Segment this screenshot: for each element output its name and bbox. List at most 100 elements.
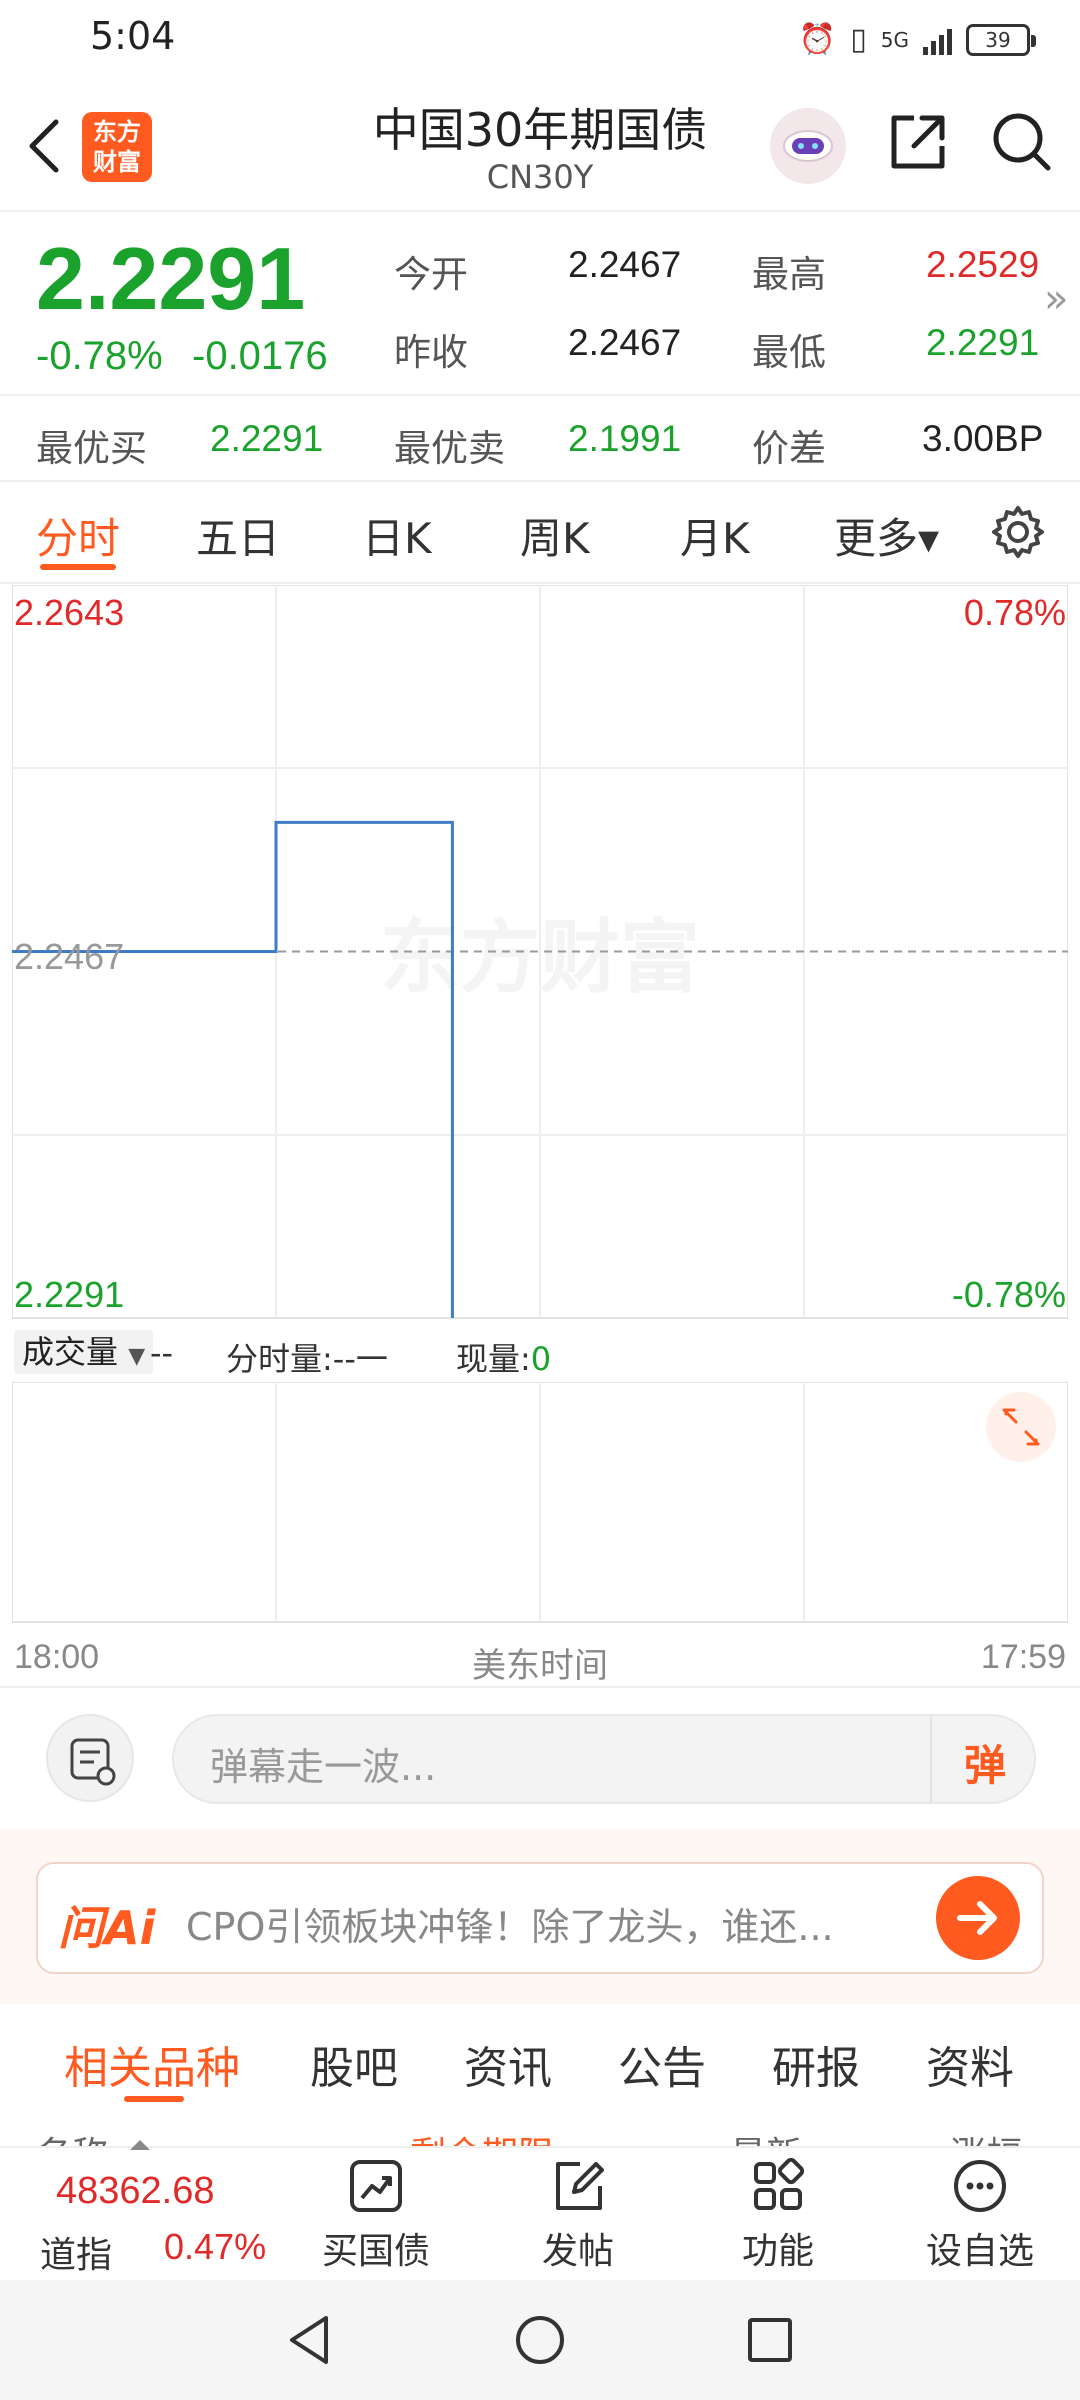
vibrate-icon: ▯ xyxy=(850,22,867,57)
open-value: 2.2467 xyxy=(568,244,682,285)
arrow-right-icon xyxy=(957,1901,997,1935)
chart-up-icon xyxy=(350,2160,402,2212)
period-volume-label: 分时量: xyxy=(226,1340,333,1378)
list-col-latest[interactable]: 最新 xyxy=(730,2126,802,2148)
chart-min-price: 2.2291 xyxy=(14,1274,125,1315)
chart-max-price: 2.2643 xyxy=(14,592,125,633)
list-header: 名称 剩余期限 最新 涨幅 xyxy=(0,2112,1080,2148)
tab-profile[interactable]: 资料 xyxy=(926,2032,1014,2096)
edit-icon xyxy=(556,2162,604,2210)
tab-monthly-k[interactable]: 月K xyxy=(680,505,750,566)
volume-value: -- xyxy=(150,1334,174,1372)
current-volume-value: 0 xyxy=(530,1340,552,1378)
divider xyxy=(0,1686,1080,1688)
prev-close-label: 昨收 xyxy=(394,331,468,374)
bottom-tab-active-indicator xyxy=(124,2096,184,2102)
assistant-avatar-icon[interactable] xyxy=(770,108,846,184)
settings-icon[interactable] xyxy=(990,504,1046,560)
list-col-remaining[interactable]: 剩余期限 xyxy=(410,2126,554,2148)
tab-research[interactable]: 研报 xyxy=(772,2032,860,2096)
status-time: 5:04 xyxy=(90,14,176,58)
current-volume: 现量:0 xyxy=(456,1334,551,1380)
chart-ref-price: 2.2467 xyxy=(14,936,125,977)
change-percent: -0.78% xyxy=(36,334,163,378)
tab-five-day[interactable]: 五日 xyxy=(196,505,280,566)
divider xyxy=(0,582,1080,584)
add-watchlist-label: 设自选 xyxy=(925,2231,1034,2272)
ai-brand-logo: 问Ai xyxy=(58,1901,156,1955)
tab-forum[interactable]: 股吧 xyxy=(310,2032,398,2096)
index-change[interactable]: 0.47% xyxy=(164,2226,266,2268)
tab-news[interactable]: 资讯 xyxy=(464,2032,552,2096)
tab-more[interactable]: 更多▾ xyxy=(834,505,939,566)
period-volume: 分时量:--一 xyxy=(226,1334,388,1380)
tab-intraday[interactable]: 分时 xyxy=(36,505,120,566)
add-watchlist-button[interactable]: 设自选 xyxy=(900,2158,1060,2278)
chart-watermark: 东方财富 xyxy=(380,911,700,1004)
signal-icon xyxy=(923,25,952,55)
danmu-send-button[interactable]: 弹 xyxy=(964,1732,1006,1793)
time-axis-label: 美东时间 xyxy=(472,1646,608,1686)
post-button[interactable]: 发帖 xyxy=(498,2158,658,2278)
network-type: 5G xyxy=(880,28,909,52)
tab-daily-k[interactable]: 日K xyxy=(362,505,432,566)
low-value: 2.2291 xyxy=(926,322,1040,363)
buy-bond-button[interactable]: 买国债 xyxy=(296,2158,456,2278)
search-icon[interactable] xyxy=(990,110,1054,174)
current-price: 2.2291 xyxy=(36,229,306,328)
chevron-down-icon: ▼ xyxy=(128,1344,146,1369)
expand-icon xyxy=(1002,1408,1040,1446)
danmu-input-divider xyxy=(930,1716,932,1802)
ai-banner-text: CPO引领板块冲锋！除了龙头，谁还... xyxy=(186,1905,834,1949)
best-bid-value: 2.2291 xyxy=(210,418,324,459)
chart-max-percent: 0.78% xyxy=(963,592,1066,633)
nav-back-icon[interactable] xyxy=(282,2312,338,2368)
more-icon xyxy=(954,2160,1006,2212)
features-label: 功能 xyxy=(741,2231,814,2272)
best-ask-value: 2.1991 xyxy=(568,418,682,459)
volume-chart[interactable] xyxy=(12,1382,1068,1624)
price-chart[interactable]: 东方财富 xyxy=(12,585,1068,1320)
high-label: 最高 xyxy=(752,253,826,296)
high-value: 2.2529 xyxy=(926,244,1040,285)
low-label: 最低 xyxy=(752,331,826,374)
change-absolute: -0.0176 xyxy=(192,334,328,378)
current-volume-label: 现量: xyxy=(456,1340,531,1378)
tab-weekly-k[interactable]: 周K xyxy=(520,505,590,566)
best-ask-label: 最优卖 xyxy=(394,427,505,470)
nav-recents-icon[interactable] xyxy=(742,2312,798,2368)
features-button[interactable]: 功能 xyxy=(698,2158,858,2278)
nav-home-icon[interactable] xyxy=(512,2312,568,2368)
danmu-placeholder: 弹幕走一波... xyxy=(210,1745,437,1789)
ai-banner[interactable]: 问Ai CPO引领板块冲锋！除了龙头，谁还... xyxy=(36,1862,1044,1974)
tab-announcements[interactable]: 公告 xyxy=(618,2032,706,2096)
spread-label: 价差 xyxy=(752,427,826,470)
ai-go-button[interactable] xyxy=(936,1876,1020,1960)
best-bid-label: 最优买 xyxy=(36,427,147,470)
apps-grid-icon xyxy=(754,2158,805,2210)
danmu-input[interactable]: 弹幕走一波... 弹 xyxy=(172,1714,1036,1804)
price-series-line xyxy=(12,820,454,1318)
period-volume-value: --一 xyxy=(332,1340,388,1378)
alarm-icon: ⏰ xyxy=(798,22,837,57)
index-name[interactable]: 道指 xyxy=(40,2226,112,2278)
chart-min-percent: -0.78% xyxy=(951,1274,1066,1315)
danmu-settings-icon xyxy=(70,1738,116,1786)
time-axis-end: 17:59 xyxy=(980,1638,1066,1676)
app-header: 东方 财富 中国30年期国债 CN30Y xyxy=(0,80,1080,212)
tab-related[interactable]: 相关品种 xyxy=(64,2032,240,2096)
spread-value: 3.00BP xyxy=(922,418,1044,459)
volume-dropdown-label: 成交量 xyxy=(22,1333,119,1371)
expand-details-icon[interactable]: » xyxy=(1044,276,1068,322)
status-bar: 5:04 ⏰ ▯ 5G 39 xyxy=(0,0,1080,80)
tab-active-indicator xyxy=(40,564,116,570)
share-icon[interactable] xyxy=(886,110,950,174)
collapse-up-icon[interactable] xyxy=(130,2140,150,2150)
divider xyxy=(0,394,1080,396)
index-value[interactable]: 48362.68 xyxy=(56,2170,215,2213)
danmu-settings-button[interactable] xyxy=(46,1714,134,1802)
fullscreen-button[interactable] xyxy=(986,1392,1056,1462)
list-col-change[interactable]: 涨幅 xyxy=(950,2126,1022,2148)
volume-dropdown[interactable]: 成交量 ▼ xyxy=(14,1330,154,1374)
divider xyxy=(0,480,1080,482)
